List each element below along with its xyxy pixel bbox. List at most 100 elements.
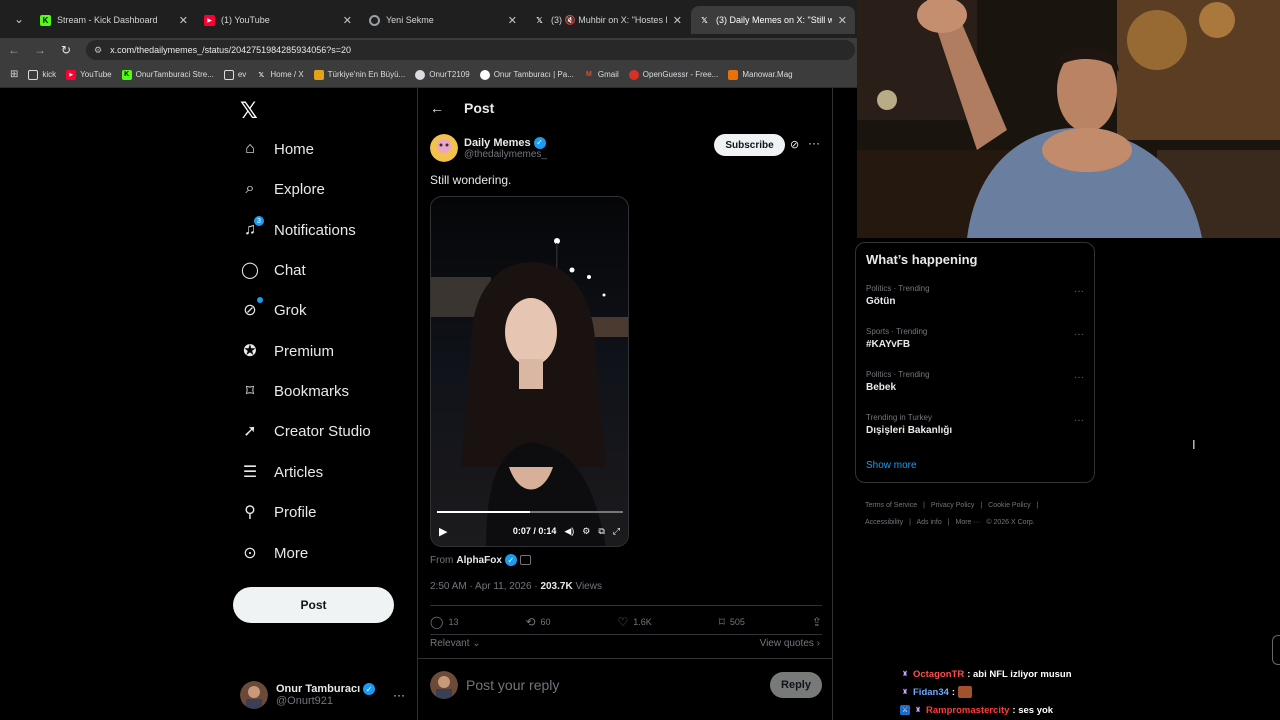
- chat-username[interactable]: Rampromastercity: [926, 705, 1009, 716]
- close-icon[interactable]: ✕: [179, 14, 188, 27]
- post-button[interactable]: Post: [233, 587, 394, 623]
- video-progress-bar[interactable]: [437, 511, 623, 513]
- bookmark-manowar[interactable]: Manowar.Mag: [728, 69, 793, 80]
- cookie-link[interactable]: Cookie Policy: [988, 502, 1030, 509]
- more-dots-icon[interactable]: ···: [808, 136, 820, 150]
- chat-text: :: [951, 686, 956, 698]
- bookmark-ev[interactable]: ev: [223, 69, 247, 80]
- nav-notifications[interactable]: ♫ 3 Notifications: [240, 216, 356, 240]
- back-arrow-icon[interactable]: ←: [430, 100, 444, 116]
- close-icon[interactable]: ✕: [673, 14, 682, 27]
- tab-daily-memes[interactable]: 𝕏 (3) Daily Memes on X: "Still won... ✕: [691, 6, 855, 34]
- close-icon[interactable]: ✕: [343, 14, 352, 27]
- apps-grid-icon[interactable]: ⊞: [10, 69, 18, 80]
- bookmark-gmail[interactable]: M Gmail: [584, 70, 619, 80]
- settings-gear-icon[interactable]: ⚙: [582, 526, 590, 537]
- show-more-link[interactable]: Show more: [866, 460, 917, 471]
- nav-grok[interactable]: ⊘ Grok: [240, 297, 307, 320]
- author-name[interactable]: Daily Memes: [464, 137, 531, 149]
- bookmark-label: ev: [237, 70, 247, 79]
- kick-icon: K: [121, 69, 132, 80]
- subscribe-button[interactable]: Subscribe: [714, 134, 785, 156]
- trend-item[interactable]: Politics · Trending Bebek ···: [866, 370, 1088, 393]
- address-bar[interactable]: ⚙ x.com/thedailymemes_/status/2042751984…: [86, 40, 855, 60]
- trend-item[interactable]: Sports · Trending #KAYvFB ···: [866, 327, 1088, 350]
- nav-label: Notifications: [274, 221, 356, 239]
- post-author[interactable]: Daily Memes ✓ @thedailymemes_: [430, 134, 547, 162]
- more-link[interactable]: More ···: [956, 519, 981, 526]
- reply-input[interactable]: Post your reply: [466, 677, 762, 693]
- tab-kick-dashboard[interactable]: K Stream - Kick Dashboard ✕: [32, 6, 196, 34]
- fullscreen-icon[interactable]: ⤢: [613, 526, 620, 537]
- x-logo-icon[interactable]: 𝕏: [240, 98, 258, 124]
- nav-bookmarks[interactable]: ⌑ Bookmarks: [240, 381, 349, 401]
- bookmark-kick[interactable]: kick: [28, 69, 56, 80]
- tab-search-button[interactable]: ⌄: [8, 8, 30, 30]
- more-dots-icon[interactable]: ···: [1074, 372, 1084, 383]
- site-info-icon[interactable]: ⚙: [94, 45, 102, 56]
- nav-profile[interactable]: ⚲ Profile: [240, 502, 316, 522]
- close-icon[interactable]: ✕: [838, 14, 847, 27]
- grok-icon[interactable]: ⊘: [790, 138, 799, 151]
- trend-item[interactable]: Trending in Turkey Dışişleri Bakanlığı ·…: [866, 413, 1088, 436]
- ads-info-link[interactable]: Ads info: [916, 519, 941, 526]
- bookmark-turkiye[interactable]: Türkiye'nin En Büyü...: [313, 69, 405, 80]
- bookmark-openguessr[interactable]: OpenGuessr - Free...: [628, 69, 718, 80]
- nav-explore[interactable]: ⌕ Explore: [240, 179, 325, 199]
- pip-icon[interactable]: ⧉: [598, 526, 604, 537]
- nav-chat[interactable]: ◯ Chat: [240, 260, 306, 280]
- account-switcher[interactable]: Onur Tamburacı ✓ @Onurt921 ···: [240, 680, 405, 710]
- author-handle[interactable]: @thedailymemes_: [464, 149, 547, 160]
- source-name[interactable]: AlphaFox: [456, 555, 502, 566]
- back-arrow-icon[interactable]: ←: [2, 38, 26, 62]
- nav-home[interactable]: ⌂ Home: [240, 139, 314, 159]
- post-timestamp[interactable]: 2:50 AM · Apr 11, 2026 ·: [430, 581, 538, 592]
- more-dots-icon[interactable]: ···: [1074, 286, 1084, 297]
- like-action[interactable]: ♡ 1.6K: [617, 615, 651, 629]
- reload-icon[interactable]: ↻: [54, 38, 78, 62]
- account-name-row: Onur Tamburacı ✓: [276, 683, 376, 695]
- author-avatar[interactable]: [430, 134, 458, 162]
- privacy-link[interactable]: Privacy Policy: [931, 502, 975, 509]
- scroll-edge-handle[interactable]: [1272, 635, 1280, 665]
- accessibility-link[interactable]: Accessibility: [865, 519, 903, 526]
- sort-replies-dropdown[interactable]: Relevant ⌄: [430, 638, 481, 649]
- nav-articles[interactable]: ☰ Articles: [240, 462, 323, 482]
- tab-youtube[interactable]: ▶ (1) YouTube ✕: [196, 6, 360, 34]
- terms-link[interactable]: Terms of Service: [865, 502, 917, 509]
- volume-icon[interactable]: ◀): [564, 526, 574, 537]
- nav-premium[interactable]: ✪ Premium: [240, 341, 334, 361]
- nav-creator-studio[interactable]: ➚ Creator Studio: [240, 421, 370, 441]
- subscriber-badge-icon: ♜: [901, 689, 909, 696]
- bookmark-action[interactable]: ⌑ 505: [719, 615, 745, 629]
- video-player[interactable]: ▶ 0:07 / 0:14 ◀) ⚙ ⧉ ⤢: [430, 196, 629, 547]
- tab-new-tab[interactable]: Yeni Sekme ✕: [361, 6, 525, 34]
- share-action[interactable]: ⇪: [812, 615, 822, 629]
- patreon-icon: [479, 69, 490, 80]
- repost-action[interactable]: ⟲ 60: [525, 615, 550, 629]
- chat-username[interactable]: Fidan34: [913, 687, 949, 698]
- chat-icon: ◯: [241, 262, 259, 279]
- nav-more[interactable]: ⊙ More: [240, 543, 308, 563]
- reply-action[interactable]: ◯ 13: [430, 615, 458, 629]
- more-dots-icon[interactable]: ···: [1074, 415, 1084, 426]
- trends-panel: What’s happening Politics · Trending Göt…: [855, 242, 1095, 483]
- bookmark-patreon[interactable]: Onur Tamburacı | Pa...: [479, 69, 574, 80]
- bookmark-onurt2109[interactable]: OnurT2109: [415, 69, 470, 80]
- view-quotes-link[interactable]: View quotes ›: [760, 638, 820, 649]
- page-title: Post: [464, 100, 495, 116]
- tab-muhbir[interactable]: 𝕏 (3) 🔇 Muhbir on X: "Hostes Es... ✕: [526, 6, 690, 34]
- forward-arrow-icon[interactable]: →: [28, 38, 52, 62]
- more-dots-icon[interactable]: ···: [1074, 329, 1084, 340]
- tab-title: (1) YouTube: [221, 15, 270, 25]
- close-icon[interactable]: ✕: [508, 14, 517, 27]
- bookmark-onurtamburaci-stream[interactable]: K OnurTamburaci Stre...: [121, 69, 214, 80]
- trend-item[interactable]: Politics · Trending Götün ···: [866, 284, 1088, 307]
- play-icon[interactable]: ▶: [439, 525, 447, 538]
- bookmark-home-x[interactable]: 𝕏 Home / X: [256, 70, 303, 80]
- bookmark-youtube[interactable]: ▶ YouTube: [66, 69, 112, 80]
- chat-username[interactable]: OctagonTR: [913, 669, 964, 680]
- youtube-icon: ▶: [204, 14, 215, 26]
- reply-button[interactable]: Reply: [770, 672, 822, 698]
- openguessr-icon: [628, 69, 639, 80]
